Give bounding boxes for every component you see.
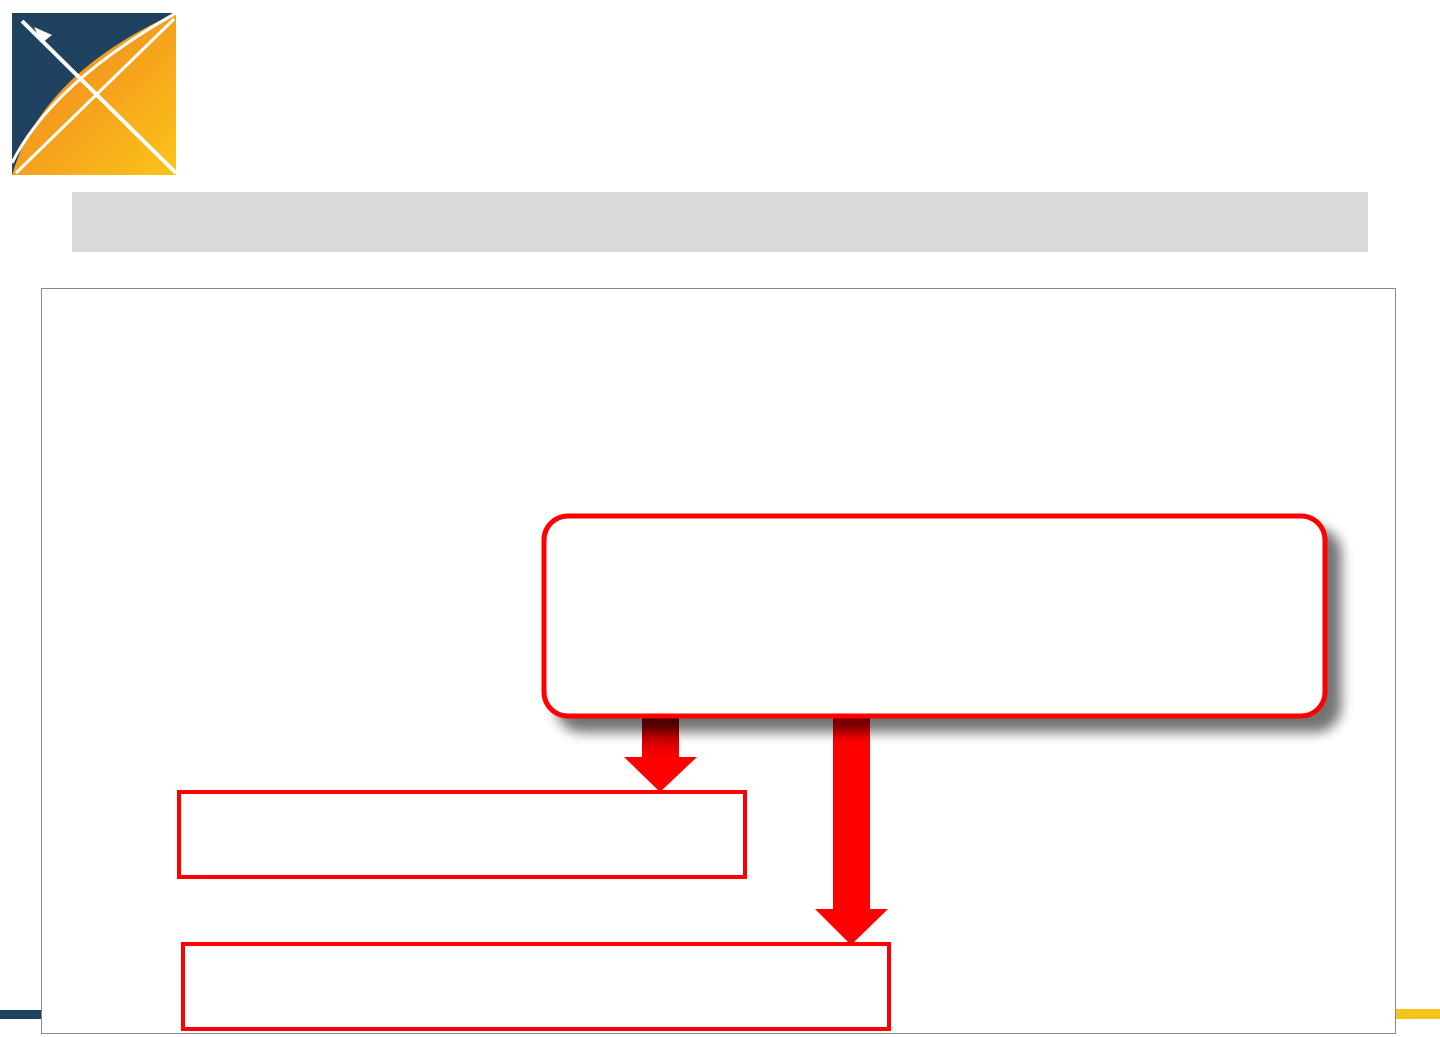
target-box-upper-label (179, 792, 745, 877)
arrow-to-lower-box (815, 716, 888, 945)
target-box-lower-label (183, 944, 889, 1029)
slide (0, 0, 1440, 1037)
arrow-to-upper-box (624, 718, 697, 792)
source-box-label (544, 516, 1325, 716)
